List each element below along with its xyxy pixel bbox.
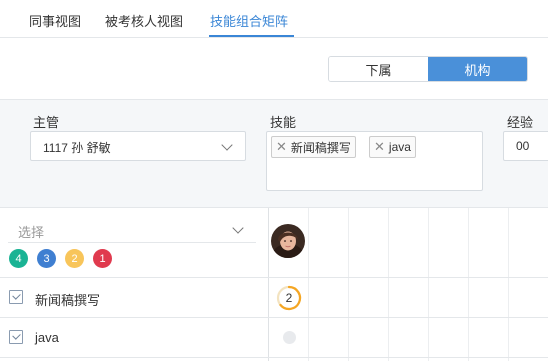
column-divider	[468, 208, 469, 361]
active-tab-indicator	[209, 35, 294, 37]
select-dropdown[interactable]: 选择	[18, 222, 44, 241]
row-checkbox[interactable]	[9, 290, 23, 304]
filter-panel: 主管 1117 孙 舒敏 技能 ✕ 新闻稿撰写 ✕ java 经验 00	[0, 99, 548, 208]
skill-row-label: java	[35, 330, 59, 345]
manager-value: 1117 孙 舒敏	[43, 141, 111, 155]
experience-input[interactable]: 00	[503, 131, 548, 161]
column-divider	[268, 208, 269, 361]
row-divider	[0, 357, 548, 358]
chevron-down-icon[interactable]	[232, 222, 244, 234]
tab-colleague-view[interactable]: 同事视图	[29, 11, 81, 30]
employee-avatar[interactable]	[271, 224, 305, 258]
column-divider	[428, 208, 429, 361]
scope-toggle: 下属 机构	[328, 56, 528, 82]
column-divider	[308, 208, 309, 361]
rating-legend-1: 1	[93, 249, 112, 268]
view-tabs: 同事视图 被考核人视图 技能组合矩阵	[0, 0, 548, 38]
tab-skill-matrix[interactable]: 技能组合矩阵	[210, 11, 288, 30]
row-checkbox[interactable]	[9, 330, 23, 344]
column-divider	[508, 208, 509, 361]
manager-label: 主管	[33, 115, 60, 130]
experience-value: 00	[516, 139, 530, 153]
skill-tag: ✕ 新闻稿撰写	[271, 136, 356, 158]
skill-tag: ✕ java	[369, 136, 416, 158]
skill-matrix: 选择 4 3 2 1 新闻稿撰写 2 java	[0, 208, 548, 361]
rating-value: 2	[285, 291, 293, 305]
rating-legend-3: 3	[37, 249, 56, 268]
rating-legend-2: 2	[65, 249, 84, 268]
experience-label: 经验	[507, 115, 534, 130]
skills-multiselect[interactable]: ✕ 新闻稿撰写 ✕ java	[266, 131, 483, 191]
skill-tag-label: java	[388, 140, 411, 154]
skill-row-label: 新闻稿撰写	[35, 293, 101, 308]
chevron-down-icon	[221, 139, 233, 151]
empty-rating-dot[interactable]	[283, 331, 296, 344]
close-icon[interactable]: ✕	[276, 139, 287, 155]
skill-tag-label: 新闻稿撰写	[290, 140, 351, 155]
skills-label: 技能	[270, 115, 297, 130]
manager-select[interactable]: 1117 孙 舒敏	[30, 131, 246, 161]
rating-legend-4: 4	[9, 249, 28, 268]
toggle-subordinates[interactable]: 下属	[329, 57, 428, 81]
toggle-organization[interactable]: 机构	[428, 57, 527, 81]
tab-appraisee-view[interactable]: 被考核人视图	[105, 11, 183, 30]
select-underline	[8, 242, 256, 243]
close-icon[interactable]: ✕	[374, 139, 385, 155]
row-divider	[0, 317, 548, 318]
row-divider	[0, 277, 548, 278]
avatar-image	[271, 224, 305, 258]
column-divider	[348, 208, 349, 361]
column-divider	[388, 208, 389, 361]
